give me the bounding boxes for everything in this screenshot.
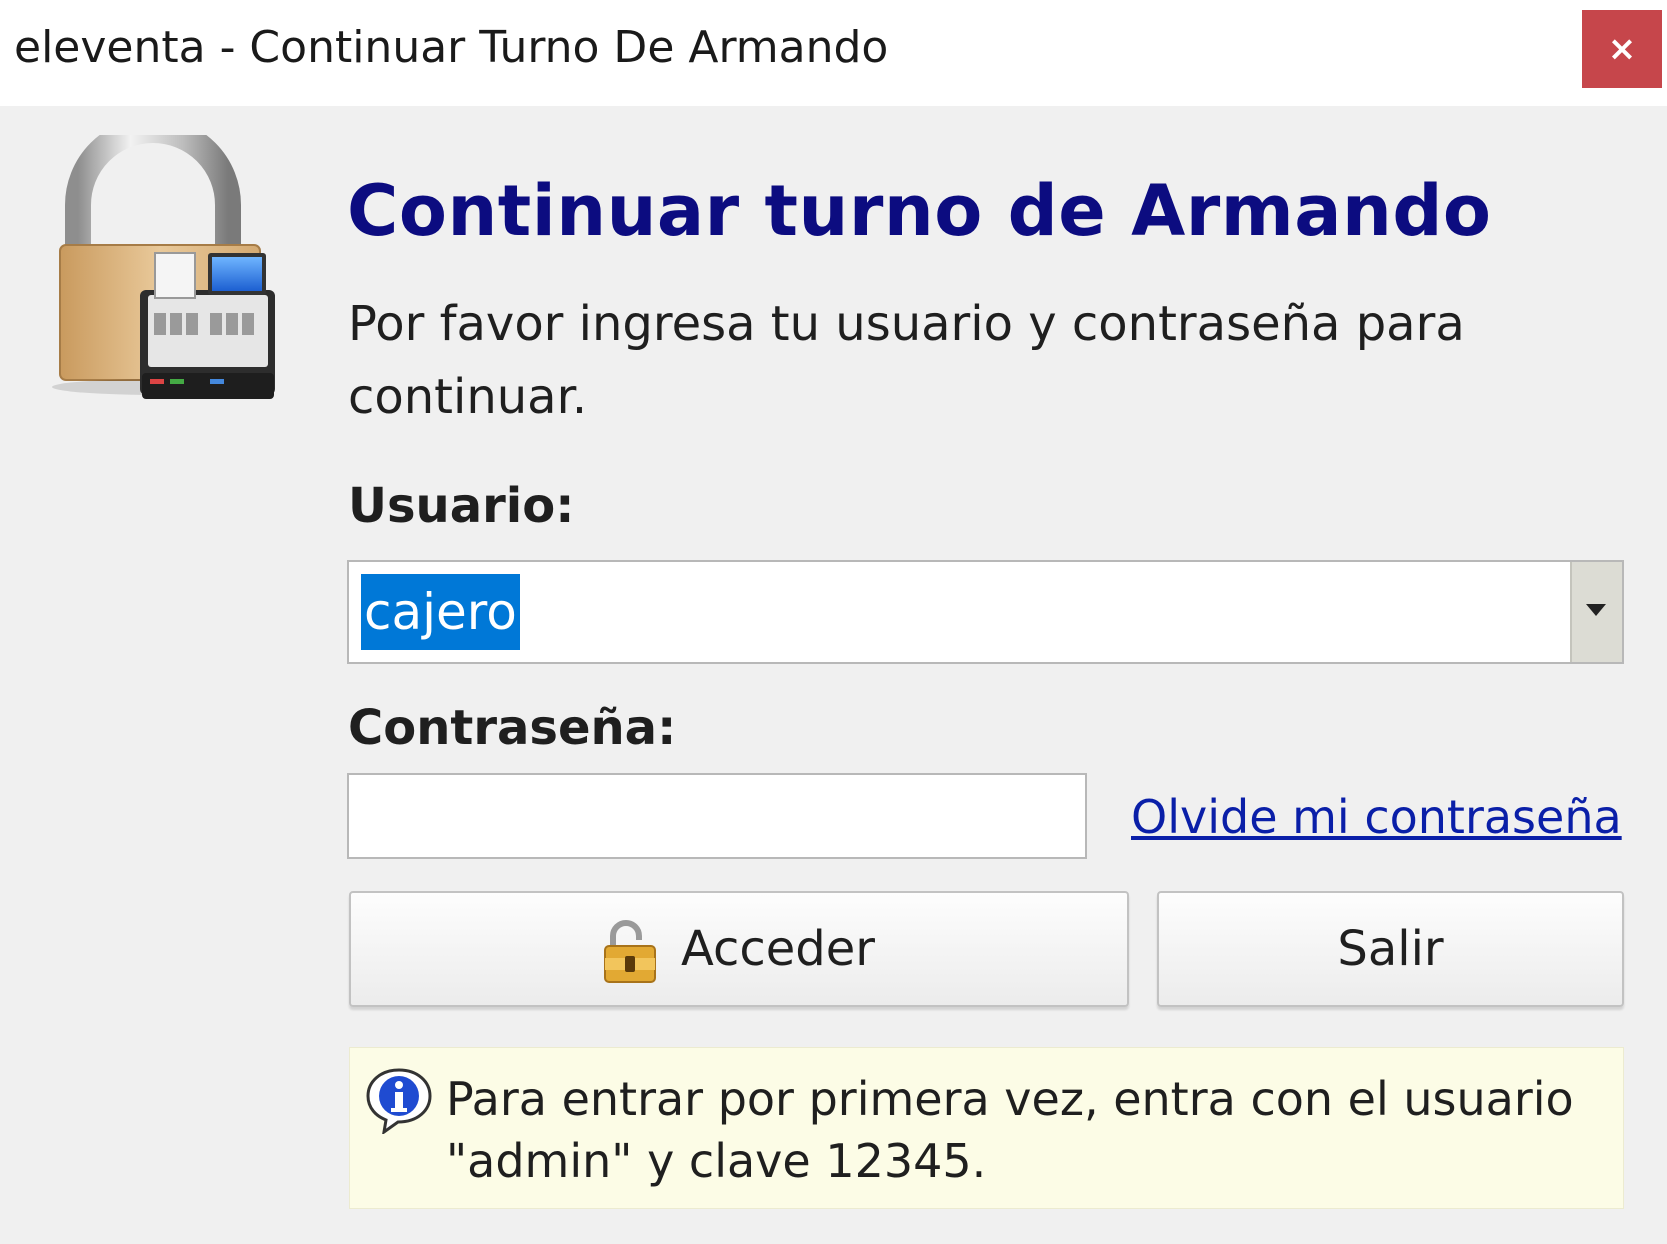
password-label: Contraseña: xyxy=(348,700,677,756)
exit-button[interactable]: Salir xyxy=(1157,891,1624,1007)
user-combobox[interactable]: cajero xyxy=(347,560,1624,664)
info-bubble-icon xyxy=(366,1068,432,1134)
login-button-label: Acceder xyxy=(680,921,876,977)
login-button[interactable]: Acceder xyxy=(349,891,1129,1007)
chevron-down-icon xyxy=(1586,604,1606,616)
title-bar: eleventa - Continuar Turno De Armando × xyxy=(0,0,1667,106)
exit-button-label: Salir xyxy=(1337,921,1444,977)
combobox-dropdown-button[interactable] xyxy=(1570,562,1622,662)
info-panel: Para entrar por primera vez, entra con e… xyxy=(349,1047,1624,1209)
user-label: Usuario: xyxy=(348,478,575,534)
dialog-heading: Continuar turno de Armando xyxy=(347,170,1492,252)
padlock-cash-register-icon xyxy=(52,135,275,399)
user-combobox-value[interactable]: cajero xyxy=(361,574,520,650)
close-button[interactable]: × xyxy=(1582,10,1662,88)
forgot-password-link[interactable]: Olvide mi contraseña xyxy=(1131,790,1622,844)
info-message: Para entrar por primera vez, entra con e… xyxy=(446,1072,1574,1188)
window-title: eleventa - Continuar Turno De Armando xyxy=(14,22,889,73)
password-input[interactable] xyxy=(347,773,1087,859)
unlocked-padlock-icon xyxy=(603,920,656,983)
dialog-subtitle: Por favor ingresa tu usuario y contraseñ… xyxy=(348,296,1465,425)
